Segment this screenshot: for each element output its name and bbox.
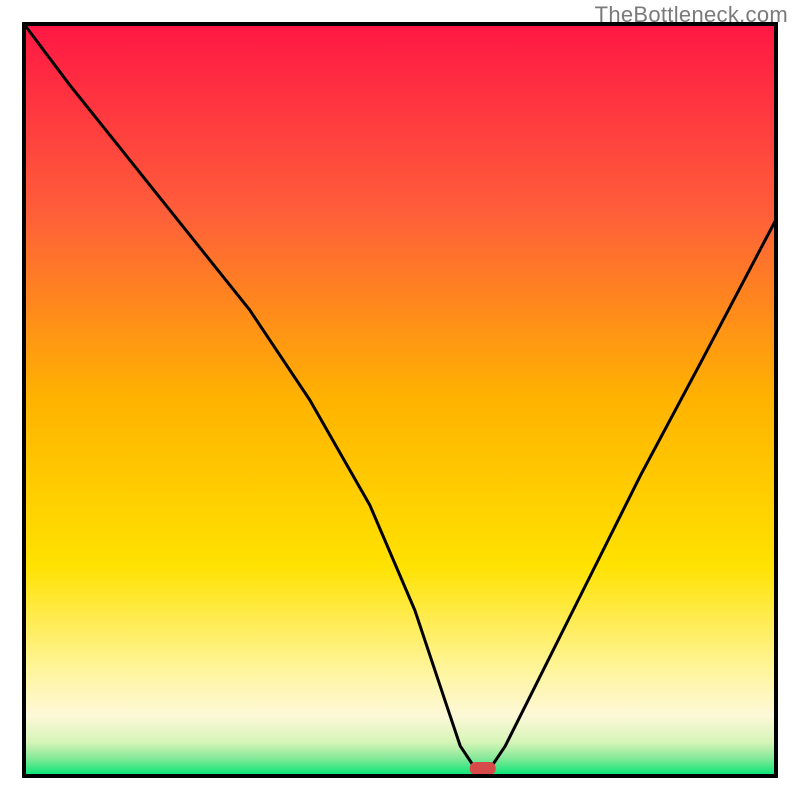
chart-container: TheBottleneck.com <box>0 0 800 800</box>
optimal-point-marker <box>470 762 496 775</box>
gradient-background <box>24 24 776 776</box>
bottleneck-chart <box>0 0 800 800</box>
watermark-label: TheBottleneck.com <box>595 2 788 28</box>
